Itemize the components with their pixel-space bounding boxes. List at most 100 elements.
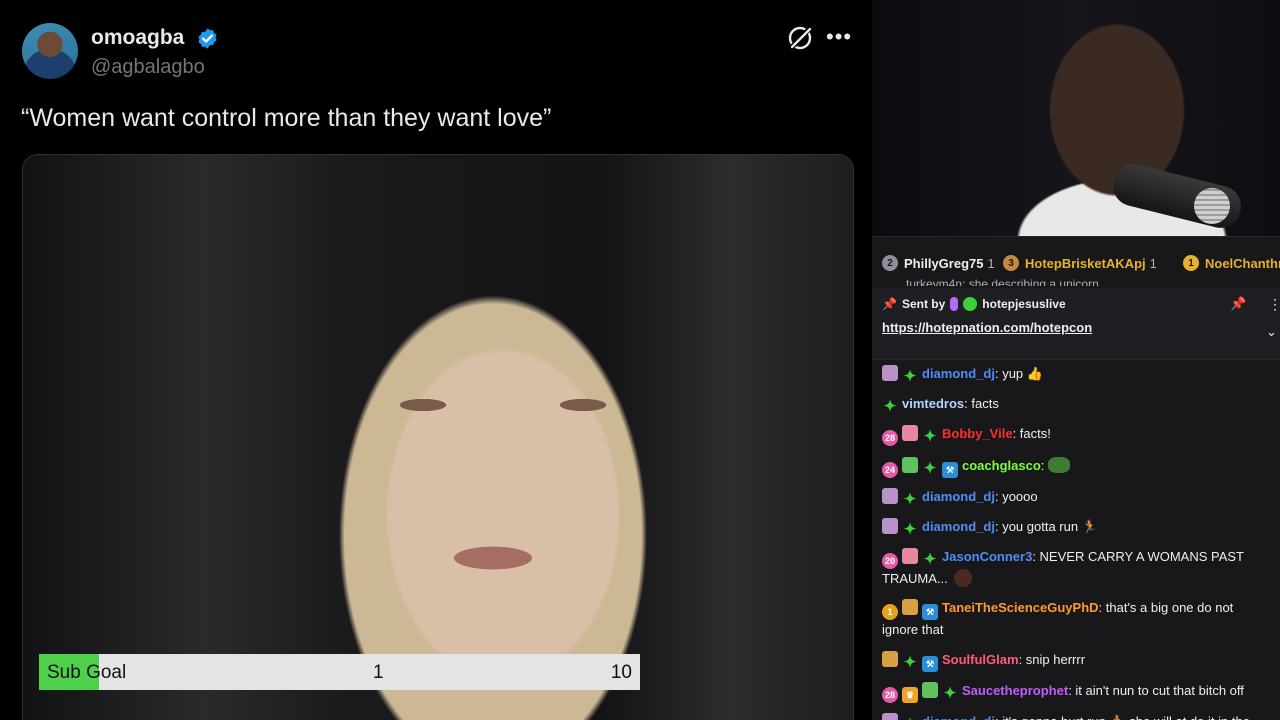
pinned-user[interactable]: hotepjesuslive: [982, 297, 1065, 311]
tweet-video[interactable]: [22, 154, 854, 720]
chat-text: it ain't nun to cut that bitch off: [1075, 682, 1244, 698]
chat-text: facts!: [1019, 426, 1051, 442]
sub-goal-target: 10: [610, 662, 632, 683]
chat-username[interactable]: diamond_dj: [922, 519, 995, 534]
rank-badge-icon: 2: [882, 255, 898, 271]
sub-goal-label: Sub Goal: [47, 662, 127, 683]
avatar[interactable]: [22, 23, 78, 79]
chat-message: ✦ ⚒ SoulfulGlam: snip herrrr: [872, 650, 1280, 672]
pinned-message[interactable]: 📌 Sent by hotepjesuslive https://hotepna…: [872, 288, 1280, 360]
pinned-menu-icon[interactable]: ⋮: [1268, 296, 1280, 313]
display-name[interactable]: omoagba: [91, 26, 184, 50]
spark-badge-icon[interactable]: ✦: [922, 552, 938, 568]
spark-badge-icon[interactable]: ✦: [902, 654, 918, 671]
spark-badge-icon[interactable]: ✦: [922, 460, 938, 477]
chat-message: ✦ diamond_dj: you gotta run 🏃: [872, 517, 1280, 538]
giftgreen-badge-icon[interactable]: [902, 456, 918, 473]
user-handle[interactable]: @agbalagbo: [91, 56, 205, 79]
crown-badge-icon[interactable]: ♛: [902, 686, 918, 703]
spark-badge-icon[interactable]: ✦: [882, 399, 898, 415]
chat-message: 28 ♛ ✦ Saucetheprophet: it ain't nun to cut…: [872, 681, 1280, 703]
giftgold-badge-icon[interactable]: [882, 650, 898, 667]
sub-badge-icon[interactable]: 20: [882, 553, 898, 570]
sent-by-label: Sent by: [901, 297, 946, 311]
spark-badge-icon[interactable]: ✦: [922, 429, 938, 445]
sub-badge-icon[interactable]: 24: [882, 461, 898, 478]
chat-username[interactable]: diamond_dj: [922, 714, 995, 720]
hammer-badge-icon[interactable]: ⚒: [922, 655, 938, 672]
chat-username[interactable]: TaneiTheScienceGuyPhD: [942, 600, 1099, 615]
giftpink-badge-icon[interactable]: [902, 425, 918, 442]
chat-text: facts: [971, 396, 999, 412]
sub-badge-icon[interactable]: 28: [882, 686, 898, 703]
chat-message: 28 ✦ Bobby_Vile: facts!: [872, 424, 1280, 447]
chat-separator: :: [1032, 549, 1040, 565]
video-frame-detail: [383, 390, 623, 420]
tweet-panel: omoagba @agbalagbo ••• “Women want contr…: [0, 0, 872, 720]
gift-badge-icon[interactable]: [882, 712, 898, 720]
chat-message: 20 ✦ JasonConner3: NEVER CARRY A WOMANS PA…: [872, 547, 1280, 589]
chat-username[interactable]: Bobby_Vile: [942, 426, 1013, 441]
chat-message: ✦ vimtedros: facts: [872, 394, 1280, 415]
mic-badge-icon: [950, 297, 959, 311]
leaderboard-name: HotepBrisketAKApj: [1025, 255, 1146, 271]
leaderboard-entry[interactable]: 2 PhillyGreg75 1: [882, 255, 995, 271]
chat-message: ✦ diamond_dj: yoooo: [872, 487, 1280, 508]
chat-text: you gotta run 🏃: [1002, 518, 1098, 534]
leaderboard-count: 1: [1149, 255, 1157, 271]
chat-text: snip herrrr: [1025, 651, 1086, 667]
sub-goal-current: 1: [373, 662, 384, 683]
chat-username[interactable]: Saucetheprophet: [962, 683, 1068, 698]
grok-icon[interactable]: [786, 24, 814, 52]
chat-text: yoooo: [1002, 488, 1038, 504]
expand-chevron-icon[interactable]: ⌄: [1266, 324, 1277, 340]
chat-username[interactable]: JasonConner3: [942, 549, 1032, 564]
gift-badge-icon[interactable]: [882, 365, 898, 381]
leaderboard-entry[interactable]: 1 NoelChanthr: [1183, 255, 1280, 271]
verified-gem-icon: [963, 297, 978, 311]
spark-badge-icon[interactable]: ✦: [942, 685, 958, 702]
chat-messages: ✦ diamond_dj: yup 👍 ✦ vimtedros: facts 28 ✦ Bo…: [872, 364, 1280, 720]
gift-badge-icon[interactable]: [882, 487, 898, 504]
chat-username[interactable]: SoulfulGlam: [942, 652, 1019, 667]
leaderboard-entry[interactable]: 3 HotepBrisketAKApj 1: [1003, 255, 1157, 271]
chat-separator: :: [1012, 426, 1020, 442]
leaderboard-name: NoelChanthr: [1205, 255, 1280, 271]
chat-username[interactable]: coachglasco: [962, 458, 1041, 473]
gift-leaderboard: 2 PhillyGreg75 1 3 HotepBrisketAKApj 1 1…: [872, 236, 1280, 286]
hidden-message-peek: turkeym4n: she describing a unicorn: [906, 277, 1099, 286]
video-frame: [23, 155, 853, 720]
giftgreen-badge-icon[interactable]: [922, 681, 938, 698]
hammer-badge-icon[interactable]: ⚒: [942, 461, 958, 478]
pinned-link[interactable]: https://hotepnation.com/hotepcon: [882, 320, 1092, 335]
spark-badge-icon[interactable]: ✦: [902, 369, 918, 385]
microphone-head: [1194, 188, 1230, 224]
sub1-badge-icon[interactable]: 1: [882, 604, 898, 621]
chat-panel: 2 PhillyGreg75 1 3 HotepBrisketAKApj 1 1…: [872, 236, 1280, 720]
giftpink-badge-icon[interactable]: [902, 548, 918, 565]
giftgold-badge-icon[interactable]: [902, 599, 918, 616]
chat-message: ✦ diamond_dj: yup 👍: [872, 364, 1280, 385]
leaderboard-count: 1: [987, 255, 995, 271]
pinned-sent-by: 📌 Sent by hotepjesuslive: [882, 297, 1066, 311]
more-options-icon[interactable]: •••: [826, 26, 852, 48]
chat-username[interactable]: diamond_dj: [922, 366, 995, 381]
pin-icon[interactable]: 📌: [1230, 296, 1246, 312]
chat-separator: :: [1018, 651, 1026, 667]
face-emote-icon: [953, 569, 972, 588]
pin-small-icon: 📌: [882, 297, 897, 311]
verified-badge-icon: [198, 28, 217, 49]
spark-badge-icon[interactable]: ✦: [902, 491, 918, 508]
chat-text: yup 👍: [1002, 366, 1043, 381]
spark-badge-icon[interactable]: ✦: [902, 521, 918, 538]
hammer-badge-icon[interactable]: ⚒: [922, 604, 938, 621]
sub-goal-bar: Sub Goal 1 10: [39, 654, 640, 690]
chat-username[interactable]: diamond_dj: [922, 489, 995, 504]
chat-message: 24 ✦ ⚒ coachglasco:: [872, 456, 1280, 478]
sub-badge-icon[interactable]: 28: [882, 430, 898, 447]
chat-username[interactable]: vimtedros: [902, 396, 964, 411]
chat-message: ✦diamond_dj: it's gonna hurt run 🏃 she w…: [872, 712, 1280, 720]
gift-badge-icon[interactable]: [882, 517, 898, 534]
leaderboard-name: PhillyGreg75: [904, 255, 984, 271]
video-frame-detail: [438, 540, 548, 575]
